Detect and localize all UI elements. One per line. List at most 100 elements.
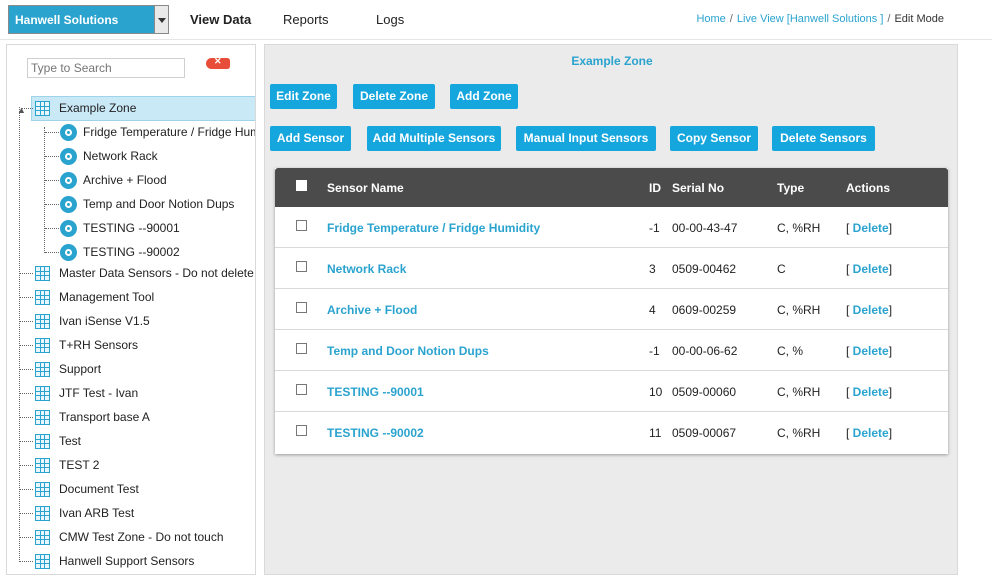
delete-link[interactable]: Delete	[853, 344, 889, 358]
nav-reports[interactable]: Reports	[283, 12, 329, 27]
delete-link[interactable]: Delete	[853, 221, 889, 235]
manual-input-sensors-button[interactable]: Manual Input Sensors	[516, 126, 656, 151]
add-zone-button[interactable]: Add Zone	[450, 84, 518, 109]
tree-zone-item[interactable]: TEST 2	[19, 454, 255, 476]
add-sensor-button[interactable]: Add Sensor	[270, 126, 351, 151]
organisation-select[interactable]: Hanwell Solutions	[8, 5, 169, 34]
zone-grid-icon	[35, 314, 50, 329]
tree-item-label: Ivan ARB Test	[59, 506, 135, 520]
tree-sensor-item[interactable]: TESTING --90002	[45, 241, 255, 263]
tree-sensor-item[interactable]: Temp and Door Notion Dups	[45, 193, 255, 215]
zone-grid-icon	[35, 434, 50, 449]
tree-item-label: Document Test	[59, 482, 139, 496]
tree-zone-example-zone[interactable]: Example Zone	[21, 97, 255, 119]
tree-item-label: Management Tool	[59, 290, 155, 304]
row-actions: [ Delete]	[846, 385, 893, 399]
sensor-icon	[60, 244, 77, 261]
tree-zone-item[interactable]: T+RH Sensors	[19, 334, 255, 356]
edit-zone-button[interactable]: Edit Zone	[270, 84, 337, 109]
organisation-select-label: Hanwell Solutions	[15, 13, 119, 27]
sensor-name-link[interactable]: Fridge Temperature / Fridge Humidity	[327, 221, 540, 235]
sensor-id: 10	[649, 385, 663, 399]
copy-sensor-button[interactable]: Copy Sensor	[670, 126, 758, 151]
breadcrumb-live-view[interactable]: Live View [Hanwell Solutions ]	[737, 13, 884, 25]
tree-zone-item[interactable]: JTF Test - Ivan	[19, 382, 255, 404]
delete-sensors-button[interactable]: Delete Sensors	[772, 126, 875, 151]
row-checkbox[interactable]	[296, 261, 307, 272]
tree-zone-item[interactable]: CMW Test Zone - Do not touch	[19, 526, 255, 548]
tree-item-label: Fridge Temperature / Fridge Humidity	[83, 125, 255, 139]
tree-sensor-item[interactable]: TESTING --90001	[45, 217, 255, 239]
breadcrumb-home[interactable]: Home	[696, 13, 725, 25]
search-input[interactable]	[27, 58, 185, 78]
zone-grid-icon	[35, 386, 50, 401]
delete-link[interactable]: Delete	[853, 385, 889, 399]
sensor-icon	[60, 148, 77, 165]
delete-zone-button[interactable]: Delete Zone	[353, 84, 435, 109]
row-checkbox[interactable]	[296, 302, 307, 313]
sensor-name-link[interactable]: Archive + Flood	[327, 303, 417, 317]
chevron-down-icon[interactable]	[154, 6, 168, 33]
tree-item-label: Temp and Door Notion Dups	[83, 197, 235, 211]
sensor-table: Sensor Name ID Serial No Type Actions Fr…	[275, 168, 948, 454]
tree-zone-item[interactable]: Hanwell Support Sensors	[19, 550, 255, 572]
zone-detail-panel: Example Zone Edit Zone Delete Zone Add Z…	[264, 44, 958, 575]
delete-link[interactable]: Delete	[853, 262, 889, 276]
sensor-type: C, %RH	[777, 426, 821, 440]
sensor-icon	[60, 172, 77, 189]
sensor-serial: 0609-00259	[672, 303, 737, 317]
tree-zone-item[interactable]: Test	[19, 430, 255, 452]
sensor-serial: 0509-00067	[672, 426, 737, 440]
sensor-name-link[interactable]: Temp and Door Notion Dups	[327, 344, 489, 358]
breadcrumb-current: Edit Mode	[894, 13, 944, 25]
zone-grid-icon	[35, 338, 50, 353]
table-row: Temp and Door Notion Dups -1 00-00-06-62…	[275, 330, 948, 371]
zone-grid-icon	[35, 410, 50, 425]
col-sensor-name: Sensor Name	[327, 181, 404, 195]
row-checkbox[interactable]	[296, 384, 307, 395]
tree-item-label: CMW Test Zone - Do not touch	[59, 530, 224, 544]
sensor-serial: 0509-00060	[672, 385, 737, 399]
row-checkbox[interactable]	[296, 425, 307, 436]
tree-zone-item[interactable]: Transport base A	[19, 406, 255, 428]
nav-view-data[interactable]: View Data	[190, 12, 251, 27]
sensor-name-link[interactable]: TESTING --90001	[327, 385, 424, 399]
zone-grid-icon	[35, 554, 50, 569]
row-actions: [ Delete]	[846, 426, 893, 440]
clear-search-icon[interactable]	[206, 56, 230, 69]
tree-item-label: TESTING --90002	[83, 245, 180, 259]
sensor-serial: 00-00-43-47	[672, 221, 738, 235]
col-type: Type	[777, 181, 805, 195]
tree-item-label: Transport base A	[59, 410, 150, 424]
tree-zone-item[interactable]: Ivan ARB Test	[19, 502, 255, 524]
delete-link[interactable]: Delete	[853, 303, 889, 317]
tree-item-label: T+RH Sensors	[59, 338, 139, 352]
tree-item-label: Support	[59, 362, 102, 376]
table-row: Fridge Temperature / Fridge Humidity -1 …	[275, 207, 948, 248]
tree-sensor-item[interactable]: Fridge Temperature / Fridge Humidity	[45, 121, 255, 143]
tree-sensor-item[interactable]: Network Rack	[45, 145, 255, 167]
tree-item-label: Network Rack	[83, 149, 158, 163]
tree-sensor-item[interactable]: Archive + Flood	[45, 169, 255, 191]
sensor-type: C, %RH	[777, 385, 821, 399]
row-checkbox[interactable]	[296, 343, 307, 354]
tree-item-label: TEST 2	[59, 458, 100, 472]
sensor-name-link[interactable]: TESTING --90002	[327, 426, 424, 440]
sensor-type: C	[777, 262, 786, 276]
tree-zone-item[interactable]: Document Test	[19, 478, 255, 500]
tree-zone-item[interactable]: Ivan iSense V1.5	[19, 310, 255, 332]
zone-grid-icon	[35, 266, 50, 281]
tree-item-label: TESTING --90001	[83, 221, 180, 235]
delete-link[interactable]: Delete	[853, 426, 889, 440]
tree-zone-item[interactable]: Management Tool	[19, 286, 255, 308]
nav-logs[interactable]: Logs	[376, 12, 404, 27]
add-multiple-sensors-button[interactable]: Add Multiple Sensors	[367, 126, 501, 151]
breadcrumb: Home / Live View [Hanwell Solutions ] / Edit…	[696, 13, 944, 25]
tree-item-label: Archive + Flood	[83, 173, 167, 187]
select-all-checkbox[interactable]	[296, 180, 307, 191]
sensor-name-link[interactable]: Network Rack	[327, 262, 406, 276]
row-checkbox[interactable]	[296, 220, 307, 231]
tree-zone-item[interactable]: Master Data Sensors - Do not delete	[19, 262, 255, 284]
tree-zone-item[interactable]: Support	[19, 358, 255, 380]
zone-grid-icon	[35, 530, 50, 545]
